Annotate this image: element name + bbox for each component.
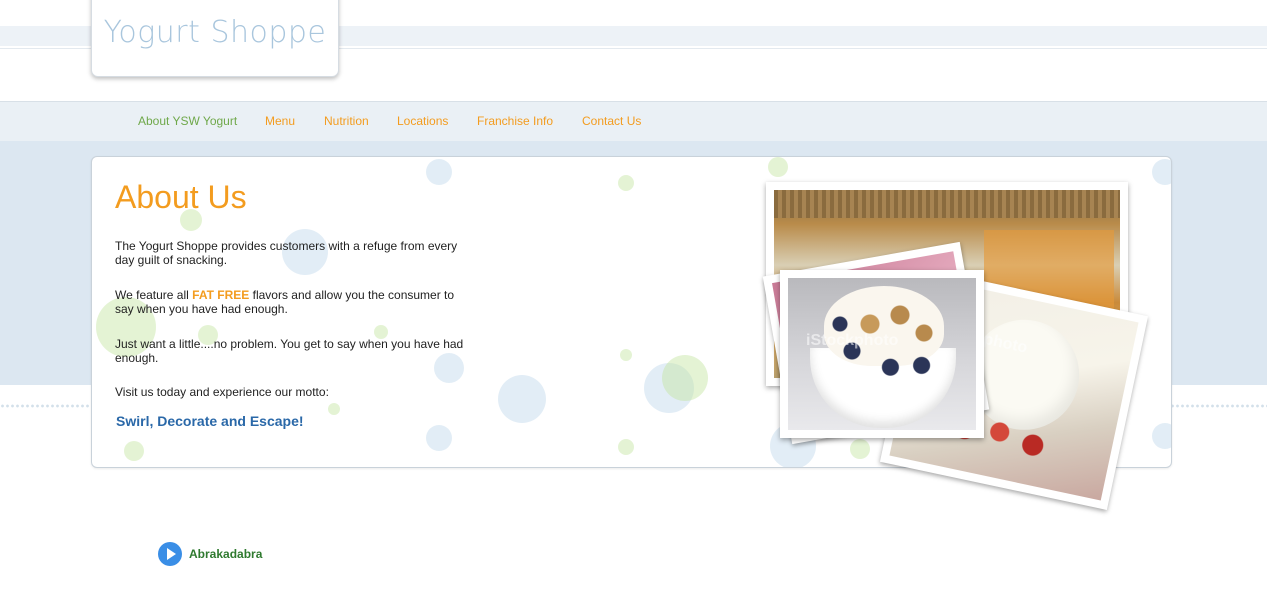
fat-free-highlight: FAT FREE [192, 288, 250, 302]
bubble-decoration [426, 159, 452, 185]
page-title: About Us [115, 179, 247, 215]
main-nav: About YSW Yogurt Menu Nutrition Location… [0, 101, 1267, 142]
bubble-decoration [618, 439, 634, 455]
nav-item-about[interactable]: About YSW Yogurt [138, 114, 237, 128]
audio-track-name[interactable]: Abrakadabra [189, 547, 262, 561]
nav-item-nutrition[interactable]: Nutrition [324, 114, 369, 128]
blueberry-yogurt-photo: iStockphoto [780, 270, 984, 438]
logo-tab[interactable]: Yogurt Shoppe [91, 0, 339, 77]
fat-free-paragraph: We feature all FAT FREE flavors and allo… [115, 288, 465, 316]
portion-paragraph: Just want a little....no problem. You ge… [115, 337, 464, 365]
bubble-decoration [850, 439, 870, 459]
site-logo[interactable]: Yogurt Shoppe [92, 15, 338, 50]
bubble-decoration [1152, 423, 1171, 449]
fat-free-text-before: We feature all [115, 288, 193, 302]
ceiling-slats [774, 190, 1120, 218]
bubble-decoration [498, 375, 546, 423]
nav-item-locations[interactable]: Locations [397, 114, 448, 128]
bubble-decoration [662, 355, 708, 401]
bubble-decoration [620, 349, 632, 361]
bubble-decoration [618, 175, 634, 191]
blueberry-yogurt-image: iStockphoto [788, 278, 976, 430]
motto: Swirl, Decorate and Escape! [116, 413, 304, 429]
bubble-decoration [426, 425, 452, 451]
bubble-decoration [1152, 159, 1171, 185]
watermark: iStockphoto [806, 332, 899, 349]
bubble-decoration [768, 157, 788, 177]
bubble-decoration [124, 441, 144, 461]
intro-paragraph: The Yogurt Shoppe provides customers wit… [115, 239, 458, 267]
nav-item-menu[interactable]: Menu [265, 114, 295, 128]
nav-item-franchise[interactable]: Franchise Info [477, 114, 553, 128]
nav-item-contact[interactable]: Contact Us [582, 114, 641, 128]
visit-paragraph: Visit us today and experience our motto: [115, 385, 329, 399]
bubble-decoration [328, 403, 340, 415]
play-button[interactable] [158, 542, 182, 566]
